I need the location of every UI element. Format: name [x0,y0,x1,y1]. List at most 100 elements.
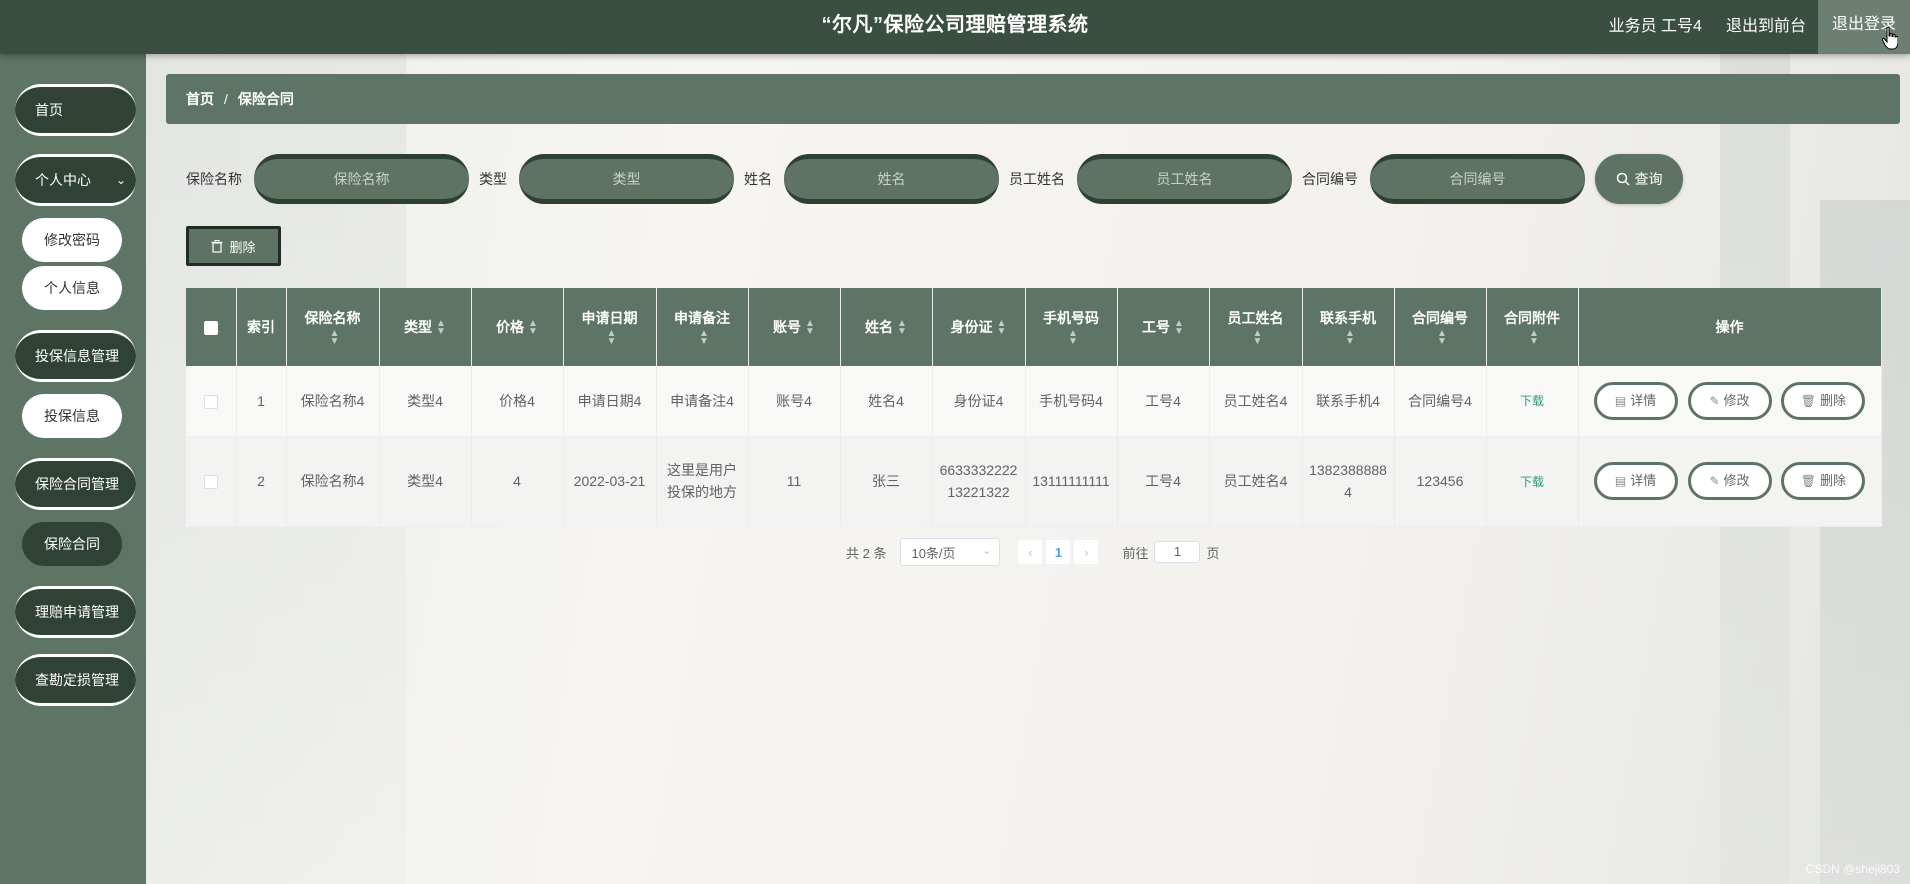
next-page-button[interactable]: › [1074,540,1099,564]
table-cell: 账号4 [748,366,841,437]
col-header-name[interactable]: 姓名 ▲ ▼ [840,288,933,366]
sidebar-item-contract-mgmt[interactable]: 保险合同管理 [15,458,136,510]
row-select-cell [186,436,237,527]
sidebar-subitem-contract[interactable]: 保险合同 [22,522,122,566]
sidebar-item-survey-mgmt[interactable]: 查勘定损管理 [15,654,136,706]
col-header-contract-number[interactable]: 合同编号 ▲ ▼ [1394,288,1487,366]
contract-table: 索引 保险名称 ▲ ▼ 类型 ▲ ▼ 价格 ▲ ▼ 申请日期 ▲ ▼ 申请备注 ▲ ▼ 账号 ▲ ▼ 姓… [186,288,1882,527]
detail-button[interactable]: ▤ 详情 [1593,381,1678,420]
table-cell: 4 [471,436,564,527]
select-all-checkbox[interactable] [203,321,218,336]
sort-icon[interactable]: ▲ ▼ [1437,328,1447,346]
delete-button[interactable]: 🗑 删除 [1781,381,1866,420]
actions-cell: ▤ 详情 ✎ 修改 🗑 删除 [1578,436,1882,527]
download-link[interactable]: 下载 [1520,475,1544,489]
table-cell: 申请备注4 [656,366,749,437]
breadcrumb-current: 保险合同 [237,91,294,107]
pencil-icon: ✎ [1709,474,1720,488]
page-number-current[interactable]: 1 [1046,540,1071,564]
detail-button-label: 详情 [1630,392,1657,408]
col-header-label: 员工姓名 [1227,310,1284,327]
col-header-label: 价格 [496,319,525,335]
detail-button[interactable]: ▤ 详情 [1593,462,1678,500]
download-link[interactable]: 下载 [1520,394,1544,408]
table-cell: 13823888884 [1302,436,1395,527]
col-header-label: 手机号码 [1043,310,1099,327]
table-cell: 类型4 [379,366,472,437]
edit-button[interactable]: ✎ 修改 [1687,381,1772,420]
edit-button-label: 修改 [1723,473,1750,488]
edit-button[interactable]: ✎ 修改 [1687,462,1772,500]
sidebar-subitem-insure-info[interactable]: 投保信息 [22,394,122,438]
col-header-label: 工号 [1142,319,1171,335]
delete-button[interactable]: 🗑 删除 [1781,462,1866,500]
col-header-contact-phone[interactable]: 联系手机 ▲ ▼ [1302,288,1395,366]
employee-name-input[interactable]: 员工姓名 [1077,154,1292,204]
table-row: 2 保险名称4 类型4 4 2022-03-21 这里是用户投保的地方 11 张… [186,436,1882,527]
sidebar-item-label: 查勘定损管理 [35,672,119,688]
sort-icon[interactable]: ▲ ▼ [997,319,1007,337]
sidebar-item-home[interactable]: 首页 [15,84,136,136]
sort-icon[interactable]: ▲ ▼ [1529,328,1539,346]
delete-button-label: 删除 [1820,473,1847,488]
table-cell: 手机号码4 [1025,366,1118,437]
goto-page-input[interactable]: 1 [1154,541,1201,563]
row-select-cell [186,366,237,437]
breadcrumb-home[interactable]: 首页 [186,89,214,109]
back-to-front-link[interactable]: 退出到前台 [1714,2,1818,52]
table-cell: 工号4 [1117,366,1210,437]
sidebar-item-personal-center[interactable]: 个人中心 ⌄ [15,154,136,206]
sort-icon[interactable]: ▲ ▼ [1253,328,1263,346]
breadcrumb: 首页 / 保险合同 [166,74,1900,124]
col-header-apply-remark[interactable]: 申请备注 ▲ ▼ [656,288,749,366]
table-cell: 工号4 [1117,436,1210,527]
sort-icon[interactable]: ▲ ▼ [1345,328,1355,346]
row-checkbox[interactable] [203,395,218,410]
col-header-account[interactable]: 账号 ▲ ▼ [748,288,841,366]
col-header-type[interactable]: 类型 ▲ ▼ [379,288,472,366]
sidebar-item-label: 个人中心 [35,172,91,188]
sort-icon[interactable]: ▲ ▼ [607,328,617,346]
insurance-name-input[interactable]: 保险名称 [254,154,469,204]
type-label: 类型 [479,171,507,187]
pencil-icon: ✎ [1709,393,1720,408]
col-header-price[interactable]: 价格 ▲ ▼ [471,288,564,366]
table-cell: 这里是用户投保的地方 [656,436,749,527]
name-input[interactable]: 姓名 [784,154,999,204]
sort-icon[interactable]: ▲ ▼ [1068,328,1078,346]
col-header-contract-attachment[interactable]: 合同附件 ▲ ▼ [1486,288,1579,366]
sidebar-item-insure-mgmt[interactable]: 投保信息管理 [15,330,136,382]
sort-icon[interactable]: ▲ ▼ [330,328,340,346]
row-checkbox[interactable] [203,475,218,490]
col-header-id-card[interactable]: 身份证 ▲ ▼ [932,288,1026,366]
col-header-insurance-name[interactable]: 保险名称 ▲ ▼ [286,288,380,366]
contract-number-input[interactable]: 合同编号 [1370,154,1585,204]
table-cell: 员工姓名4 [1209,366,1303,437]
sort-icon[interactable]: ▲ ▼ [805,319,815,337]
attachment-cell: 下载 [1486,366,1579,437]
select-all-cell [186,288,237,366]
sidebar-item-claim-mgmt[interactable]: 理赔申请管理 [15,586,136,638]
total-count: 共 2 条 [846,545,887,561]
col-header-phone[interactable]: 手机号码 ▲ ▼ [1025,288,1118,366]
page-size-select[interactable]: 10条/页 ⌄ [900,538,1001,566]
prev-page-button[interactable]: ‹ [1018,540,1043,564]
trash-icon [211,239,223,253]
sidebar-subitem-change-password[interactable]: 修改密码 [22,218,122,262]
sort-icon[interactable]: ▲ ▼ [436,319,446,337]
col-header-employee-id[interactable]: 工号 ▲ ▼ [1117,288,1210,366]
sort-icon[interactable]: ▲ ▼ [528,319,538,337]
sort-icon[interactable]: ▲ ▼ [897,319,907,337]
col-header-apply-date[interactable]: 申请日期 ▲ ▼ [563,288,657,366]
col-header-employee-name[interactable]: 员工姓名 ▲ ▼ [1209,288,1303,366]
query-button[interactable]: 查询 [1595,154,1683,204]
sort-icon[interactable]: ▲ ▼ [1174,319,1184,337]
employee-name-label: 员工姓名 [1009,171,1065,187]
sidebar-subitem-personal-info[interactable]: 个人信息 [22,266,122,310]
name-label: 姓名 [744,171,772,187]
table-cell: 姓名4 [840,366,933,437]
batch-delete-button[interactable]: 删除 [186,226,281,266]
sort-icon[interactable]: ▲ ▼ [699,328,709,346]
document-icon: ▤ [1614,393,1627,408]
type-input[interactable]: 类型 [519,154,734,204]
